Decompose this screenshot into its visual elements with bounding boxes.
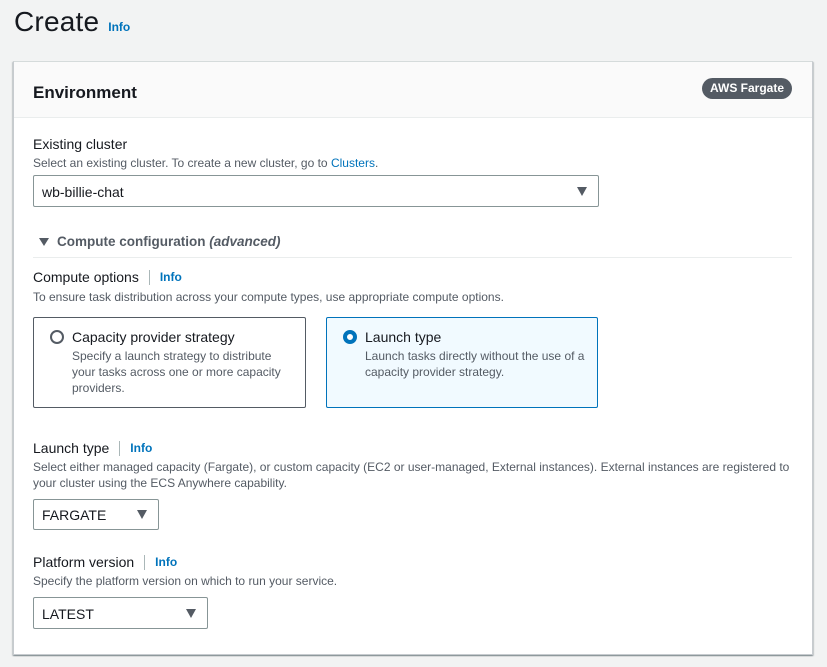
tile-capacity-provider-strategy[interactable]: Capacity provider strategy Specify a lau… (33, 317, 306, 408)
clusters-link-suffix: . (374, 156, 379, 170)
existing-cluster-value: wb-billie-chat (42, 184, 124, 200)
existing-cluster-select[interactable]: wb-billie-chat (33, 175, 599, 207)
compute-configuration-text: Compute configuration (57, 234, 206, 249)
platform-version-select[interactable]: LATEST (33, 597, 208, 629)
environment-container: Environment AWS Fargate Existing cluster… (13, 61, 813, 655)
clusters-link[interactable]: Clusters (331, 156, 375, 170)
compute-configuration-toggle[interactable]: Compute configuration (advanced) (39, 234, 281, 249)
platform-version-value: LATEST (42, 606, 94, 622)
radio-selected[interactable] (343, 330, 357, 344)
caret-down-icon (577, 187, 587, 196)
caret-down-icon (186, 609, 196, 618)
platform-version-info-link[interactable]: Info (155, 555, 177, 569)
environment-header: Environment AWS Fargate (14, 62, 812, 118)
section-divider (33, 257, 792, 258)
caret-down-icon (137, 510, 147, 519)
platform-version-label-row: Platform version Info (33, 554, 177, 570)
fargate-badge: AWS Fargate (701, 78, 792, 99)
tile-description: Launch tasks directly without the use of… (365, 349, 585, 379)
compute-options-description: To ensure task distribution across your … (33, 290, 504, 304)
launch-type-select[interactable]: FARGATE (33, 499, 159, 530)
compute-options-label-row: Compute options Info (33, 269, 182, 285)
launch-type-label: Launch type (33, 440, 110, 456)
existing-cluster-description-text: Select an existing cluster. To create a … (33, 156, 328, 170)
page-title: Create (14, 6, 100, 37)
tile-title: Capacity provider strategy (72, 329, 235, 345)
page-header: Create Info (14, 6, 130, 38)
label-separator (144, 554, 146, 570)
existing-cluster-description: Select an existing cluster. To create a … (33, 155, 378, 171)
tile-title: Launch type (365, 329, 442, 345)
environment-title: Environment (33, 83, 137, 102)
compute-configuration-qualifier: (advanced) (209, 234, 281, 249)
launch-type-description: Select either managed capacity (Fargate)… (33, 460, 790, 490)
compute-options-info-link[interactable]: Info (160, 270, 182, 284)
tile-launch-type[interactable]: Launch type Launch tasks directly withou… (326, 317, 598, 408)
compute-configuration-label: Compute configuration (advanced) (57, 234, 281, 249)
label-separator (119, 440, 121, 456)
compute-options-label: Compute options (33, 269, 139, 285)
radio-unselected[interactable] (50, 330, 64, 344)
existing-cluster-label: Existing cluster (33, 136, 128, 152)
launch-type-label-row: Launch type Info (33, 440, 152, 456)
platform-version-description: Specify the platform version on which to… (33, 574, 338, 588)
launch-type-info-link[interactable]: Info (130, 441, 152, 455)
page-info-link[interactable]: Info (108, 20, 130, 34)
launch-type-value: FARGATE (42, 507, 107, 523)
caret-down-icon (39, 237, 49, 246)
label-separator (148, 269, 150, 285)
platform-version-label: Platform version (33, 554, 135, 570)
tile-description: Specify a launch strategy to distribute … (72, 349, 281, 395)
